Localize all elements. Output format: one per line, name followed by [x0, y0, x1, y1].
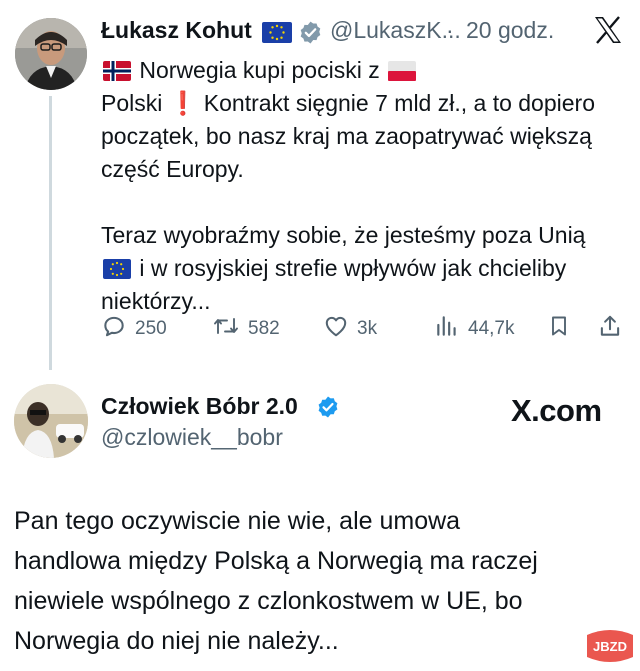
reply-button[interactable]: 250	[101, 313, 167, 345]
jbzd-watermark-logo: JBZD	[583, 627, 637, 665]
reply-author-handle[interactable]: @czlowiek__bobr	[101, 424, 283, 451]
reply-body: Pan tego oczywiscie nie wie, ale umowa h…	[14, 501, 614, 661]
tweet-text: i w rosyjskiej strefie wpływów jak chcie…	[139, 255, 567, 281]
repost-button[interactable]: 582	[212, 313, 280, 345]
repost-count: 582	[248, 318, 280, 339]
author-handle[interactable]: @LukaszK...	[330, 17, 464, 44]
verified-badge-icon	[298, 20, 323, 50]
like-count: 3k	[357, 318, 378, 339]
reply-line-1: Pan tego oczywiscie nie wie, ale umowa	[14, 507, 461, 535]
bookmark-button[interactable]	[547, 313, 571, 345]
views-button[interactable]: 44,7k	[434, 313, 514, 345]
tweet-body: Norwegia kupi pociski z Polski ❗ Kontrak…	[101, 54, 621, 318]
reply-author-name[interactable]: Człowiek Bóbr 2.0	[101, 393, 298, 420]
share-button[interactable]	[597, 313, 623, 345]
poland-flag-icon	[388, 57, 417, 90]
reply-line-3: niewiele wspólnego z czlonkostwem w UE, …	[14, 587, 523, 615]
views-count: 44,7k	[468, 318, 515, 339]
tweet-line-6: i w rosyjskiej strefie wpływów jak chcie…	[101, 252, 621, 285]
thread-line	[49, 96, 52, 370]
repost-icon	[212, 313, 240, 345]
author-name[interactable]: Łukasz Kohut	[101, 17, 252, 44]
norway-flag-icon	[103, 57, 131, 90]
views-icon	[434, 313, 460, 345]
bookmark-icon	[547, 313, 571, 345]
like-icon	[323, 313, 349, 345]
x-logo-icon	[593, 16, 623, 49]
reply-line-4: Norwegia do niej nie należy...	[14, 627, 339, 655]
tweet-line-5: Teraz wyobraźmy sobie, że jesteśmy poza …	[101, 222, 586, 248]
tweet-line-3: początek, bo nasz kraj ma zaopatrywać wi…	[101, 123, 592, 149]
separator-dot: ·	[446, 17, 454, 43]
like-button[interactable]: 3k	[323, 313, 377, 345]
tweet-text: Norwegia kupi pociski z	[139, 57, 380, 83]
reply-line-2: handlowa między Polską a Norwegią ma rac…	[14, 547, 538, 575]
reply-icon	[101, 313, 127, 345]
exclamation-icon: ❗	[168, 90, 198, 116]
svg-text:JBZD: JBZD	[593, 639, 627, 654]
tweet-text: Polski	[101, 90, 163, 116]
reply-count: 250	[135, 318, 167, 339]
author-avatar[interactable]	[15, 18, 87, 90]
tweet-text: Kontrakt sięgnie 7 mld zł., a to dopiero	[203, 90, 595, 116]
tweet-line-2: Polski ❗ Kontrakt sięgnie 7 mld zł., a t…	[101, 87, 621, 120]
tweet-line-4: część Europy.	[101, 156, 244, 182]
source-label: X.com	[511, 393, 602, 428]
reply-author-avatar[interactable]	[14, 384, 88, 458]
timestamp[interactable]: 20 godz.	[466, 17, 554, 44]
verified-badge-icon	[316, 395, 340, 424]
tweet-actions: 250 582 3k 44,7k	[101, 313, 626, 343]
share-icon	[597, 313, 623, 345]
tweet-line-1: Norwegia kupi pociski z	[101, 54, 621, 87]
eu-flag-icon	[103, 255, 131, 288]
eu-flag-icon	[262, 22, 292, 48]
